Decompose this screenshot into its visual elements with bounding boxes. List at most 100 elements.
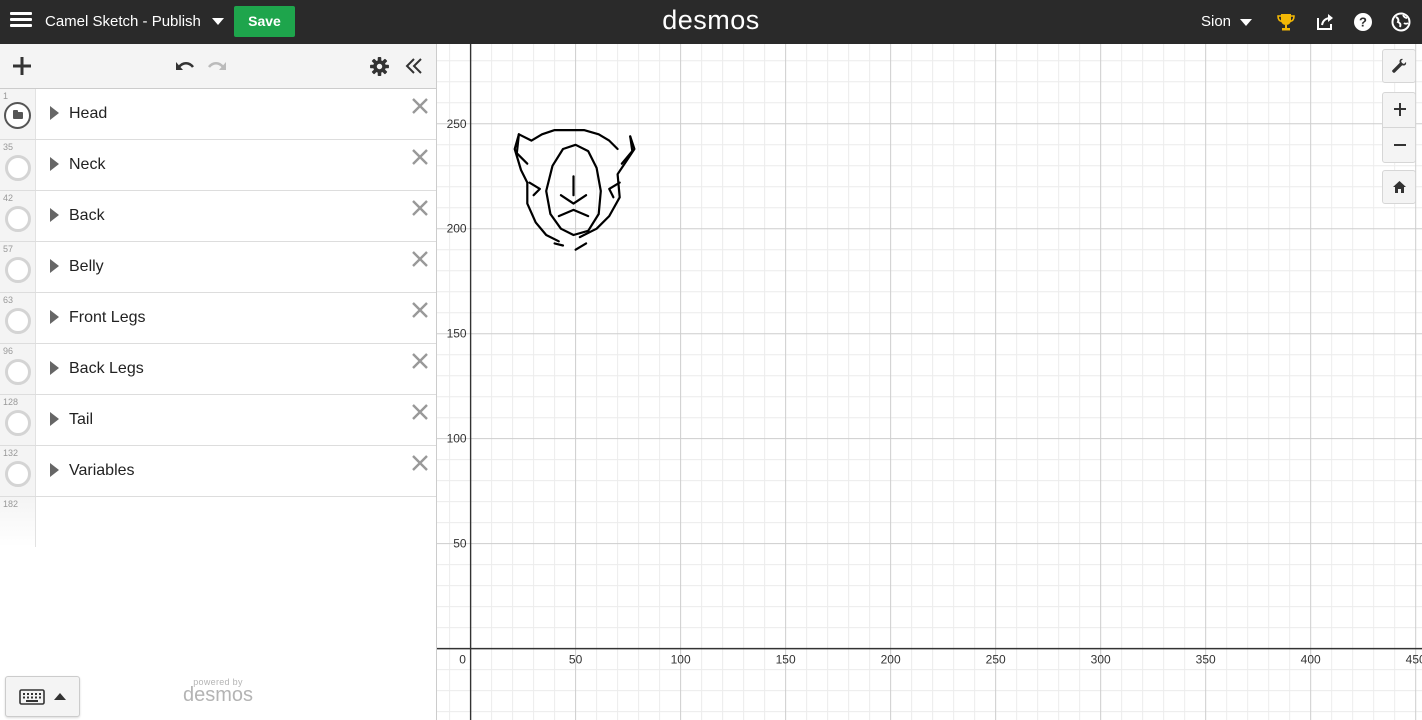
trophy-icon[interactable] — [1275, 11, 1297, 33]
y-tick-label: 250 — [447, 117, 467, 131]
folder-title[interactable]: Tail — [69, 411, 93, 429]
expression-gutter: 57 — [0, 242, 36, 292]
expression-number: 63 — [3, 295, 14, 305]
folder-title[interactable]: Back Legs — [69, 360, 144, 378]
add-icon[interactable] — [10, 54, 34, 78]
x-tick-label: 100 — [671, 653, 691, 667]
user-menu[interactable]: Sion — [1201, 13, 1231, 30]
expand-arrow-icon[interactable] — [50, 310, 59, 324]
user-dropdown-icon[interactable] — [1240, 19, 1252, 26]
language-globe-icon[interactable] — [1390, 11, 1412, 33]
zoom-controls — [1382, 92, 1416, 163]
keyboard-icon — [19, 689, 45, 705]
expand-arrow-icon[interactable] — [50, 208, 59, 222]
expand-arrow-icon[interactable] — [50, 259, 59, 273]
visibility-toggle-icon[interactable] — [5, 359, 31, 385]
caret-up-icon — [54, 693, 66, 700]
new-expression-row[interactable]: 182 — [0, 497, 436, 547]
undo-icon[interactable] — [172, 56, 196, 76]
expression-gutter: 128 — [0, 395, 36, 445]
visibility-toggle-icon[interactable] — [5, 461, 31, 487]
visibility-toggle-icon[interactable] — [5, 257, 31, 283]
save-button[interactable]: Save — [234, 6, 295, 37]
camel-sketch-stroke — [574, 242, 588, 251]
expression-folder-row[interactable]: 132 Variables — [0, 446, 436, 497]
x-tick-label: 350 — [1196, 653, 1216, 667]
x-tick-label: 250 — [986, 653, 1006, 667]
graph-settings-button[interactable] — [1382, 49, 1416, 83]
settings-gear-icon[interactable] — [369, 56, 390, 77]
expression-panel: 1 Head 35 Neck 42 Back 57 Belly 63 Front Legs 96 Ba… — [0, 44, 437, 720]
expression-gutter: 35 — [0, 140, 36, 190]
x-tick-label: 200 — [881, 653, 901, 667]
y-tick-label: 100 — [447, 432, 467, 446]
expand-arrow-icon[interactable] — [50, 463, 59, 477]
default-viewport-button[interactable] — [1382, 170, 1416, 204]
hamburger-menu-icon[interactable] — [10, 11, 32, 33]
minus-icon — [1394, 144, 1406, 146]
folder-title[interactable]: Front Legs — [69, 309, 145, 327]
expression-folder-row[interactable]: 96 Back Legs — [0, 344, 436, 395]
y-tick-label: 150 — [447, 327, 467, 341]
zoom-in-button[interactable] — [1383, 93, 1415, 128]
expression-folder-row[interactable]: 42 Back — [0, 191, 436, 242]
expression-number: 132 — [3, 448, 19, 458]
delete-icon[interactable] — [411, 352, 429, 370]
keypad-toggle-button[interactable] — [5, 676, 80, 717]
delete-icon[interactable] — [411, 403, 429, 421]
folder-title[interactable]: Belly — [69, 258, 104, 276]
expression-gutter: 132 — [0, 446, 36, 496]
folder-title[interactable]: Variables — [69, 462, 135, 480]
expression-list: 1 Head 35 Neck 42 Back 57 Belly 63 Front Legs 96 Ba… — [0, 89, 436, 547]
folder-title[interactable]: Back — [69, 207, 105, 225]
expand-arrow-icon[interactable] — [50, 106, 59, 120]
expression-number: 128 — [3, 397, 19, 407]
expression-folder-row[interactable]: 57 Belly — [0, 242, 436, 293]
title-dropdown-icon[interactable] — [212, 18, 224, 25]
graph-title[interactable]: Camel Sketch - Publish — [45, 13, 201, 30]
graph-canvas[interactable]: 0 50 100 150 200 250 300 350 400 450 250 200 150 100 5… — [437, 44, 1422, 720]
expand-arrow-icon[interactable] — [50, 412, 59, 426]
delete-icon[interactable] — [411, 97, 429, 115]
expression-number: 1 — [3, 91, 9, 101]
delete-icon[interactable] — [411, 301, 429, 319]
delete-icon[interactable] — [411, 199, 429, 217]
x-tick-label: 150 — [776, 653, 796, 667]
camel-sketch-stroke — [528, 181, 541, 197]
expression-folder-row[interactable]: 63 Front Legs — [0, 293, 436, 344]
expression-number: 57 — [3, 244, 14, 254]
folder-title[interactable]: Head — [69, 105, 107, 123]
expression-folder-row[interactable]: 1 Head — [0, 89, 436, 140]
visibility-toggle-icon[interactable] — [5, 410, 31, 436]
x-tick-label: 300 — [1091, 653, 1111, 667]
camel-sketch-stroke — [559, 194, 588, 205]
top-bar: Camel Sketch - Publish Save desmos Sion … — [0, 0, 1422, 44]
expand-arrow-icon[interactable] — [50, 361, 59, 375]
folder-icon[interactable] — [4, 102, 31, 129]
zoom-out-button[interactable] — [1383, 128, 1415, 163]
delete-icon[interactable] — [411, 454, 429, 472]
wrench-icon — [1392, 58, 1407, 73]
x-tick-label: 50 — [569, 653, 583, 667]
visibility-toggle-icon[interactable] — [5, 206, 31, 232]
delete-icon[interactable] — [411, 250, 429, 268]
share-icon[interactable] — [1314, 11, 1336, 33]
visibility-toggle-icon[interactable] — [5, 308, 31, 334]
expression-gutter: 182 — [0, 497, 36, 547]
delete-icon[interactable] — [411, 148, 429, 166]
camel-sketch-stroke — [557, 208, 590, 218]
visibility-toggle-icon[interactable] — [5, 155, 31, 181]
expression-folder-row[interactable]: 35 Neck — [0, 140, 436, 191]
y-tick-label: 50 — [453, 537, 467, 551]
redo-icon[interactable] — [206, 56, 230, 76]
expand-arrow-icon[interactable] — [50, 157, 59, 171]
graph-paper[interactable]: 0 50 100 150 200 250 300 350 400 450 250 200 150 100 5… — [437, 44, 1422, 720]
powered-by-desmos[interactable]: powered by desmos — [178, 677, 258, 707]
folder-title[interactable]: Neck — [69, 156, 105, 174]
expression-number: 182 — [3, 499, 19, 509]
collapse-panel-icon[interactable] — [403, 55, 425, 77]
powered-by-brand: desmos — [182, 684, 254, 706]
help-icon[interactable]: ? — [1352, 11, 1374, 33]
expression-folder-row[interactable]: 128 Tail — [0, 395, 436, 446]
x-tick-label: 0 — [459, 653, 466, 667]
